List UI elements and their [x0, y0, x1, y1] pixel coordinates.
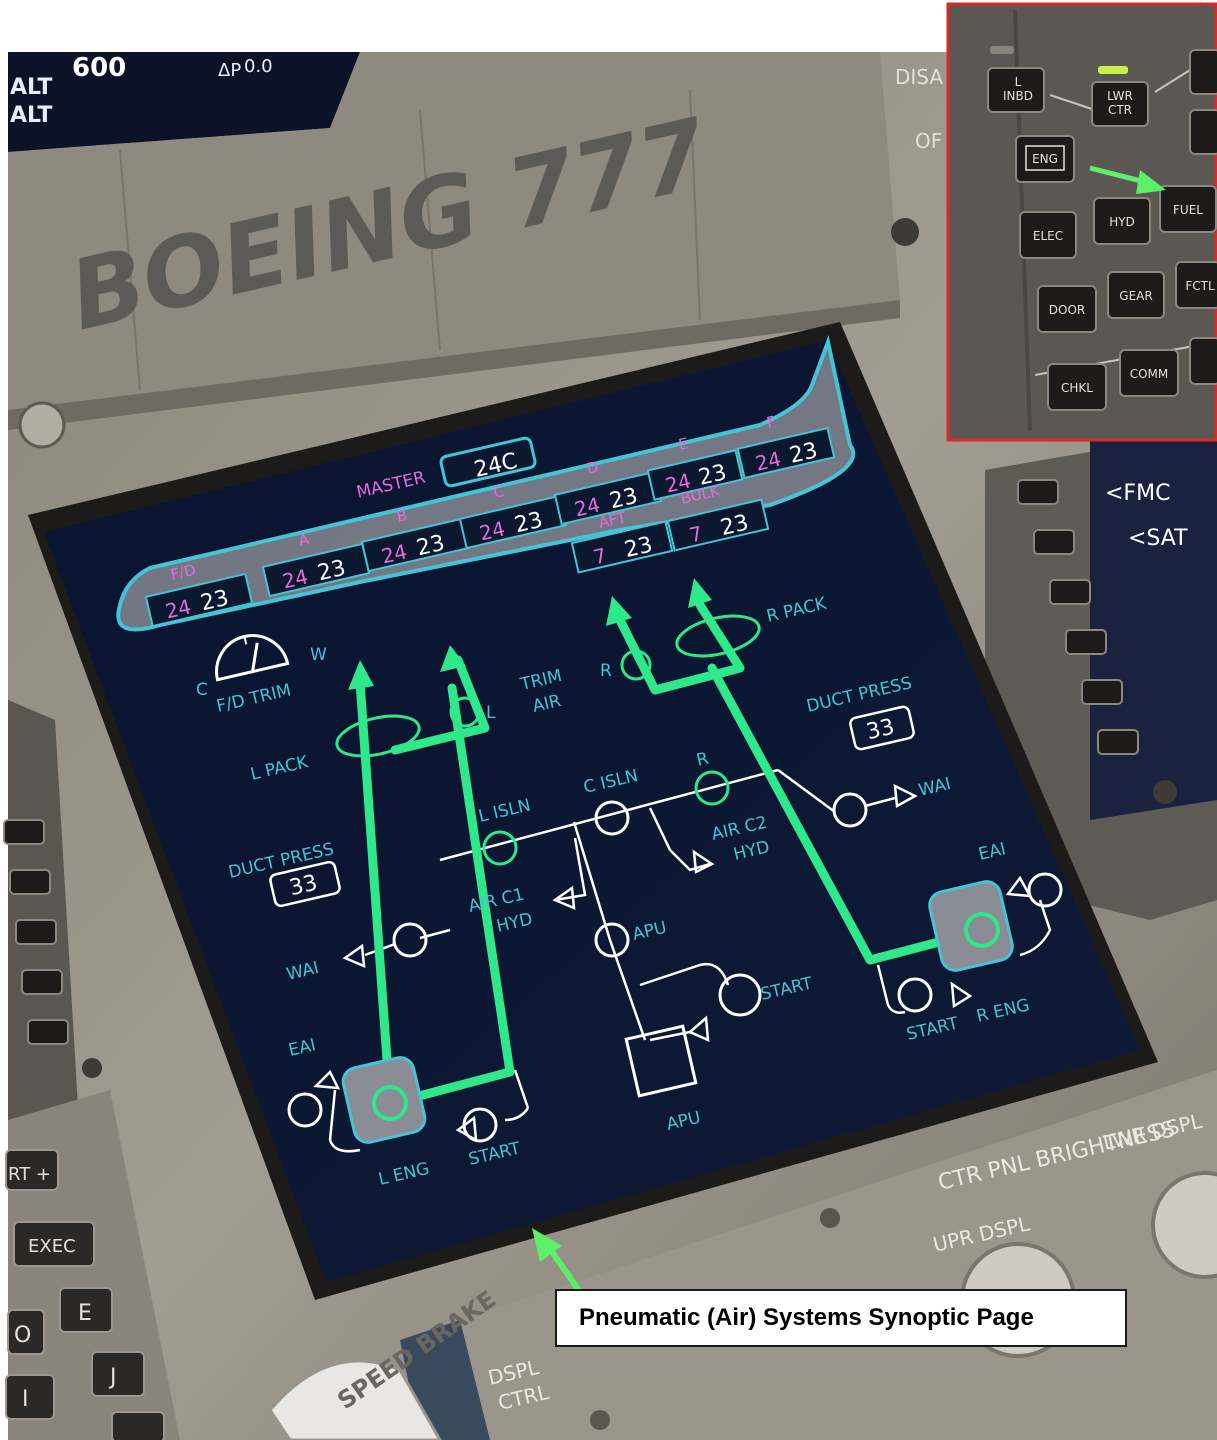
- inset-button-fctl[interactable]: FCTL: [1175, 261, 1217, 309]
- cockpit-scene: ALT ALT 600 ΔP 0.0 BOEING 777 DISA OF <F…: [0, 0, 1217, 1440]
- cdu-key-i[interactable]: [5, 1374, 55, 1420]
- panel-screw: [590, 1410, 610, 1430]
- left-lsk-1[interactable]: [3, 819, 45, 845]
- fd-trim-warm: W: [310, 645, 327, 665]
- cdu-key-d[interactable]: [111, 1411, 165, 1440]
- inset-button-hyd-label: HYD: [1109, 215, 1135, 229]
- inset-button-elec-label: ELEC: [1033, 229, 1063, 243]
- cdu-key-o-label: O: [14, 1323, 31, 1348]
- inset-button-hyd[interactable]: HYD: [1093, 197, 1151, 245]
- off-label: OF: [915, 129, 942, 153]
- left-lsk-5[interactable]: [27, 1019, 69, 1045]
- delta-p-value: 0.0: [244, 56, 273, 77]
- inset-button-fuel[interactable]: FUEL: [1159, 185, 1217, 233]
- cdu-fmc: <FMC: [1105, 481, 1170, 506]
- left-lsk-4[interactable]: [21, 969, 63, 995]
- panel-knob: [18, 401, 66, 449]
- cdu-key-i-label: I: [22, 1387, 29, 1412]
- cdu-lsk-5[interactable]: [1081, 679, 1123, 705]
- inset-button-gear[interactable]: GEAR: [1107, 271, 1165, 319]
- disa-label: DISA: [895, 65, 943, 89]
- inset-button-partial-3[interactable]: [1189, 337, 1217, 385]
- cdu-lsk-3[interactable]: [1049, 579, 1091, 605]
- fd-trim-cold: C: [196, 680, 208, 700]
- inset-button-l-inbd[interactable]: L INBD: [987, 67, 1045, 113]
- inset-button-door-label: DOOR: [1049, 303, 1085, 317]
- alt-value: 600: [72, 53, 126, 83]
- left-lsk-3[interactable]: [15, 919, 57, 945]
- cdu-key-exec-label: EXEC: [28, 1236, 76, 1257]
- trim-air-l-label: L: [486, 703, 496, 723]
- inset-button-lwr-ctr-line1: LWR: [1107, 89, 1133, 103]
- l-engine: [341, 1056, 427, 1144]
- lwr-ctr-indicator-light: [1098, 66, 1128, 74]
- cockpit-svg: ALT ALT 600 ΔP 0.0 BOEING 777 DISA OF <F…: [0, 0, 1217, 1440]
- left-lsk-2[interactable]: [9, 869, 51, 895]
- alt-label-bottom: ALT: [10, 103, 52, 128]
- callout-label: Pneumatic (Air) Systems Synoptic Page: [555, 1289, 1127, 1347]
- inset-button-l-inbd-line1: L: [1015, 75, 1022, 89]
- inset-button-lwr-ctr-line2: CTR: [1108, 103, 1132, 117]
- trim-air-r-label: R: [600, 661, 612, 681]
- left-margin: [0, 52, 8, 1440]
- cdu-sat: <SAT: [1128, 526, 1188, 551]
- inset-button-comm[interactable]: COMM: [1119, 349, 1179, 397]
- panel-screw: [820, 1208, 840, 1228]
- cdu-key-j[interactable]: [91, 1351, 145, 1397]
- inset-button-partial-1[interactable]: [1189, 49, 1217, 95]
- delta-p-label: ΔP: [218, 60, 241, 81]
- panel-screw: [1153, 780, 1177, 804]
- inset-button-fctl-label: FCTL: [1185, 279, 1215, 293]
- cdu-lsk-1[interactable]: [1017, 479, 1059, 505]
- cdu-lsk-6[interactable]: [1097, 729, 1139, 755]
- inset-button-gear-label: GEAR: [1119, 289, 1152, 303]
- cdu-key-j-label: J: [108, 1365, 117, 1390]
- inset-button-eng-label: ENG: [1032, 152, 1058, 166]
- cdu-lsk-4[interactable]: [1065, 629, 1107, 655]
- inset-button-door[interactable]: DOOR: [1037, 285, 1097, 333]
- inset-button-comm-label: COMM: [1130, 367, 1169, 381]
- display-select-panel-inset: L INBD LWR CTR ENG ELEC HYD FUEL FCTL DO…: [946, 2, 1217, 442]
- inset-button-eng[interactable]: ENG: [1015, 135, 1075, 183]
- cdu-key-e-label: E: [78, 1301, 92, 1326]
- inset-button-l-inbd-line2: INBD: [1003, 89, 1033, 103]
- cdu-lsk-2[interactable]: [1033, 529, 1075, 555]
- inset-button-chkl-label: CHKL: [1061, 381, 1093, 395]
- panel-screw: [891, 218, 919, 246]
- inset-button-chkl[interactable]: CHKL: [1047, 363, 1107, 411]
- inset-button-elec[interactable]: ELEC: [1019, 211, 1077, 259]
- r-engine: [928, 880, 1014, 972]
- panel-screw: [82, 1058, 102, 1078]
- inset-button-partial-2[interactable]: [1189, 109, 1217, 155]
- inset-button-lwr-ctr[interactable]: LWR CTR: [1091, 81, 1149, 127]
- cdu-key-rt-label: RT +: [8, 1164, 51, 1185]
- alt-label-top: ALT: [10, 75, 52, 100]
- inset-button-fuel-label: FUEL: [1173, 203, 1203, 217]
